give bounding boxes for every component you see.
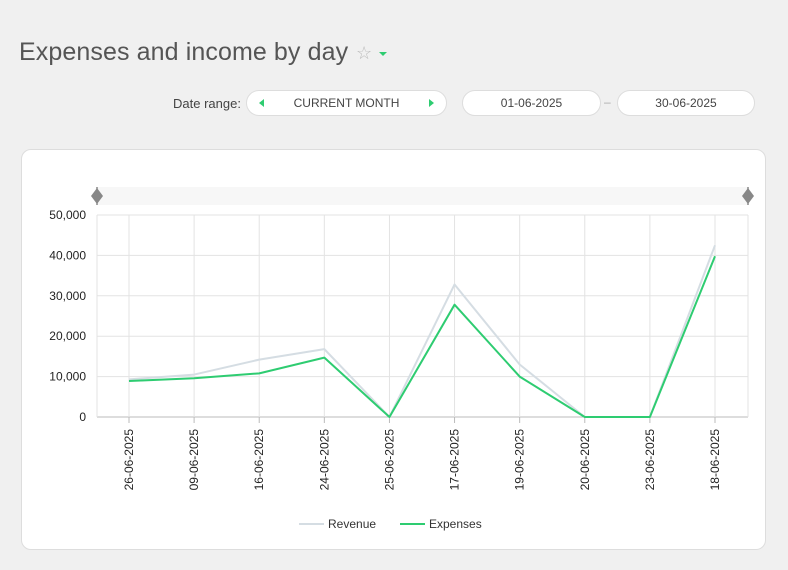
data-point-revenue	[713, 243, 718, 248]
data-point-expenses	[322, 355, 327, 360]
date-range-label: Date range:	[173, 96, 241, 111]
page-title: Expenses and income by day	[19, 38, 349, 66]
data-point-revenue	[517, 362, 522, 367]
triangle-left-icon[interactable]	[259, 99, 264, 107]
x-tick-label: 17-06-2025	[448, 429, 462, 491]
star-outline-icon[interactable]: ☆	[356, 43, 372, 64]
data-point-expenses	[387, 415, 392, 420]
line-chart: 50,000 40,000 30,000 20,000 10,000 0 26-06-202…	[49, 187, 754, 531]
data-point-expenses	[127, 379, 132, 384]
x-tick-label: 25-06-2025	[382, 429, 396, 491]
y-tick-label: 50,000	[49, 208, 86, 222]
from-date-value: 01-06-2025	[500, 96, 563, 110]
x-tick-label: 26-06-2025	[122, 429, 136, 491]
chart-card: 50,000 40,000 30,000 20,000 10,000 0 26-06-202…	[21, 149, 766, 550]
x-tick-label: 16-06-2025	[252, 429, 266, 491]
x-tick-label: 18-06-2025	[708, 429, 722, 491]
date-range-value: CURRENT MONTH	[293, 96, 400, 110]
zoom-track[interactable]	[97, 187, 748, 205]
date-range-selector[interactable]: CURRENT MONTH	[246, 90, 447, 116]
data-point-expenses	[517, 374, 522, 379]
y-tick-label: 10,000	[49, 370, 86, 384]
to-date-value: 30-06-2025	[655, 96, 717, 110]
from-date-field[interactable]: 01-06-2025	[462, 90, 601, 116]
data-point-expenses	[192, 376, 197, 381]
caret-down-icon[interactable]	[379, 52, 387, 56]
x-tick-label: 20-06-2025	[578, 429, 592, 491]
data-point-expenses	[452, 302, 457, 307]
x-tick-label: 24-06-2025	[317, 429, 331, 491]
triangle-right-icon[interactable]	[429, 99, 434, 107]
y-tick-label: 40,000	[49, 248, 86, 262]
x-tick-label: 23-06-2025	[643, 429, 657, 491]
x-tick-label: 09-06-2025	[187, 429, 201, 491]
to-date-field[interactable]: 30-06-2025	[617, 90, 755, 116]
legend-label-revenue[interactable]: Revenue	[328, 517, 376, 531]
y-tick-label: 0	[79, 410, 86, 424]
data-point-revenue	[452, 282, 457, 287]
data-point-expenses	[713, 254, 718, 259]
y-tick-label: 30,000	[49, 289, 86, 303]
legend-label-expenses[interactable]: Expenses	[429, 517, 482, 531]
data-point-expenses	[647, 415, 652, 420]
x-tick-label: 19-06-2025	[513, 429, 527, 491]
data-point-revenue	[322, 347, 327, 352]
y-tick-label: 20,000	[49, 329, 86, 343]
data-point-expenses	[257, 371, 262, 376]
data-point-expenses	[582, 415, 587, 420]
data-point-revenue	[257, 357, 262, 362]
date-separator: –	[604, 95, 611, 109]
series-line-revenue	[128, 244, 716, 418]
